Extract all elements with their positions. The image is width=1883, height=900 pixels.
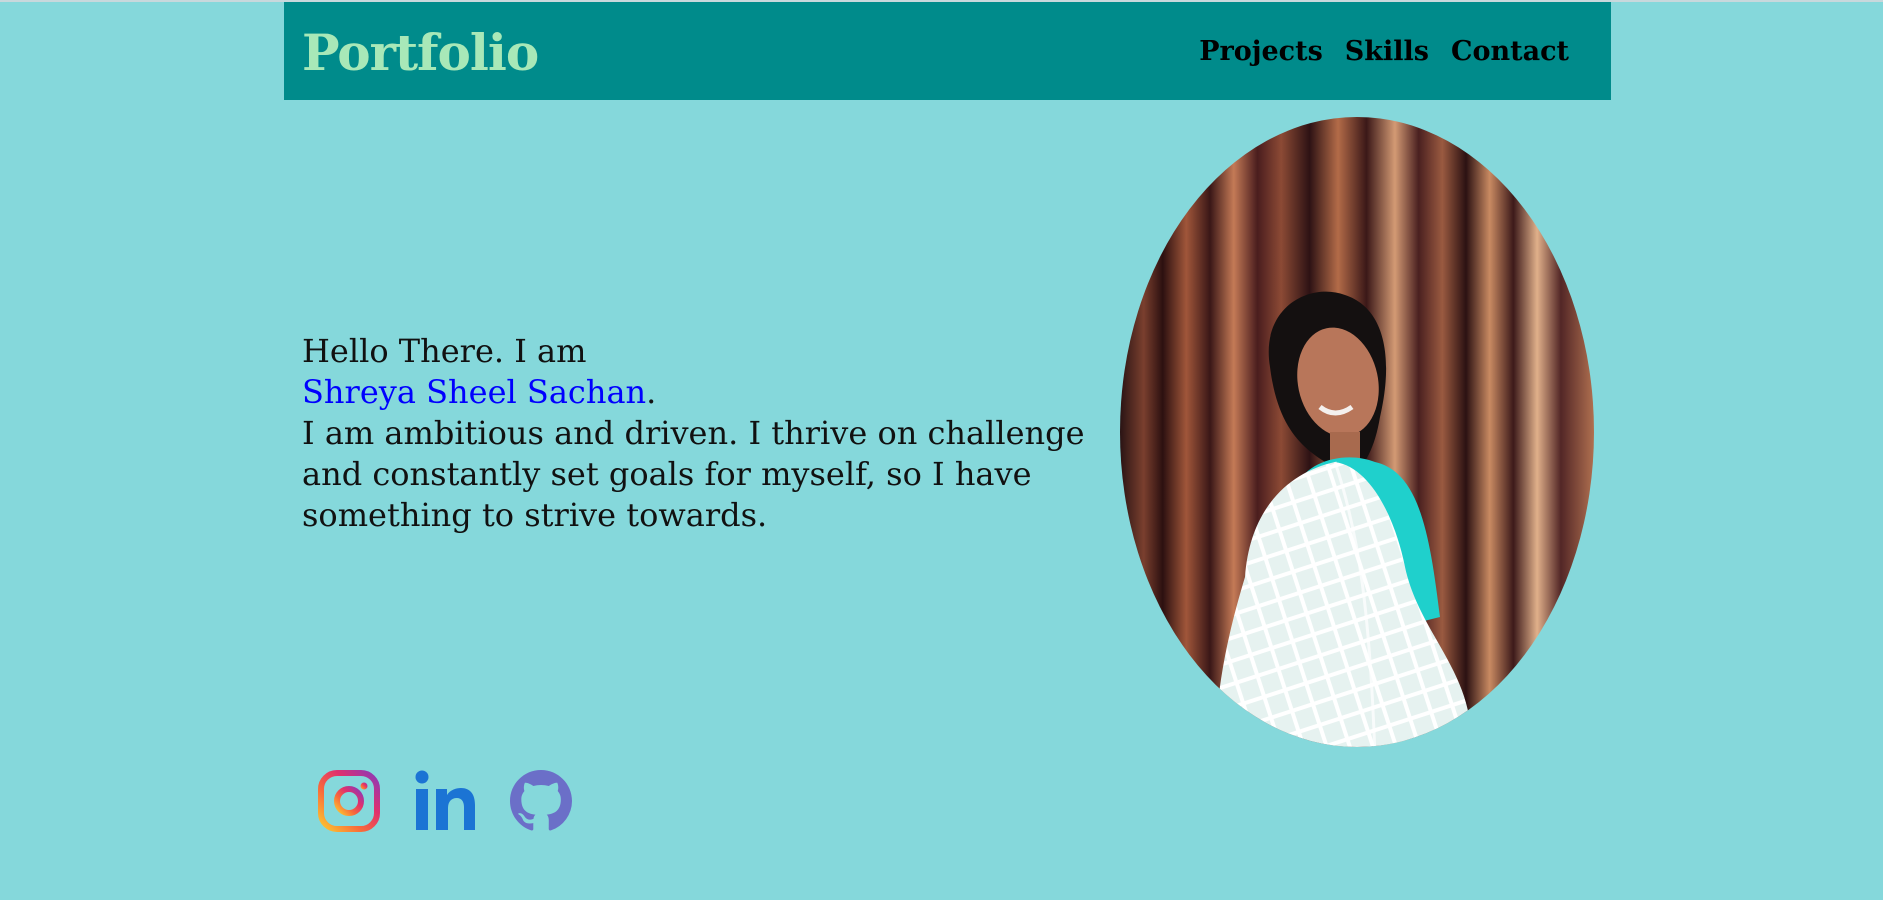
profile-photo-image [1120, 117, 1594, 747]
intro-name-line: Shreya Sheel Sachan. [302, 372, 1102, 413]
social-links [318, 770, 572, 832]
intro-text-line-3: something to strive towards. [302, 496, 768, 534]
nav-link-contact[interactable]: Contact [1451, 36, 1569, 67]
linkedin-icon [415, 770, 475, 830]
instagram-icon [318, 770, 380, 832]
github-icon [510, 770, 572, 831]
intro-name: Shreya Sheel Sachan [302, 373, 647, 411]
navbar: Portfolio Projects Skills Contact [284, 2, 1611, 100]
intro-section: Hello There. I am Shreya Sheel Sachan. I… [302, 331, 1102, 536]
instagram-link[interactable] [318, 770, 380, 832]
nav-item-contact: Contact [1451, 32, 1569, 72]
intro-text-line-2: and constantly set goals for myself, so … [302, 455, 1032, 493]
nav-links: Projects Skills Contact [1199, 32, 1569, 72]
intro-name-period: . [646, 373, 657, 411]
intro-text-line-1: I am ambitious and driven. I thrive on c… [302, 414, 1085, 452]
profile-photo [1120, 117, 1594, 747]
github-link[interactable] [510, 770, 572, 832]
intro-greeting: Hello There. I am [302, 332, 587, 370]
nav-link-skills[interactable]: Skills [1345, 36, 1429, 67]
nav-item-skills: Skills [1345, 32, 1429, 72]
nav-link-projects[interactable]: Projects [1199, 36, 1323, 67]
linkedin-link[interactable] [414, 770, 476, 832]
brand-title: Portfolio [302, 23, 539, 82]
nav-item-projects: Projects [1199, 32, 1323, 72]
